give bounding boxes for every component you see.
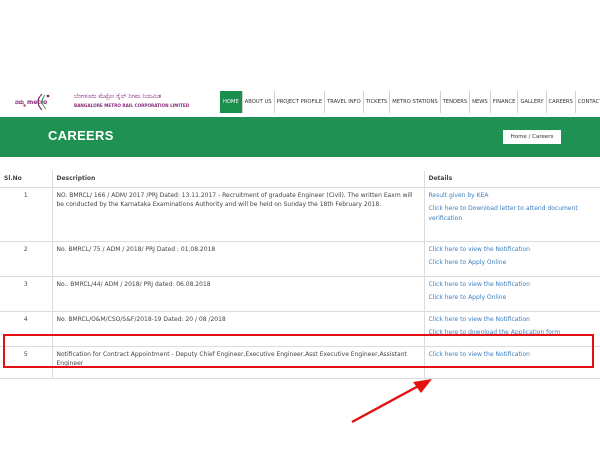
site-header: ನಮ್ಮ metro ಬೆಂಗಳೂರು ಮೆಟ್ರೋ ರೈಲ್ ನಿಗಮ ನಿಯ… — [0, 88, 600, 116]
row-description: No. BMRCL/ 75 / ADM / 2018/ PRJ Dated : … — [52, 241, 425, 277]
page-title: CAREERS — [48, 128, 114, 143]
row-slno: 3 — [0, 276, 53, 312]
nav-travel-info[interactable]: TRAVEL INFO — [325, 91, 364, 113]
nav-contact-us[interactable]: CONTACT US — [576, 91, 600, 113]
download-letter-link[interactable]: Click here to Download letter to attend … — [429, 204, 597, 223]
brand-name-english: BANGALORE METRO RAIL CORPORATION LIMITED — [74, 103, 190, 108]
row-description: No.. BMRCL/44/ ADM / 2018/ PRJ dated: 06… — [52, 276, 425, 312]
view-notification-link[interactable]: Click here to view the Notification — [429, 315, 597, 325]
table-row: 1 NO. BMRCL/ 166 / ADM/ 2017 /PRJ Dated:… — [0, 187, 600, 242]
brand-name-kannada: ಬೆಂಗಳೂರು ಮೆಟ್ರೋ ರೈಲ್ ನಿಗಮ ನಿಯಮಿತ — [74, 93, 162, 100]
col-header-slno: Sl.No — [0, 171, 53, 188]
nav-finance[interactable]: FINANCE — [491, 91, 519, 113]
nav-tenders[interactable]: TENDERS — [441, 91, 471, 113]
nav-careers[interactable]: CAREERS — [547, 91, 576, 113]
main-nav: HOME ABOUT US PROJECT PROFILE TRAVEL INF… — [220, 91, 600, 113]
nav-tickets[interactable]: TICKETS — [364, 91, 391, 113]
view-notification-link[interactable]: Click here to view the Notification — [429, 245, 597, 255]
highlight-box — [3, 334, 594, 368]
table-row: 2 No. BMRCL/ 75 / ADM / 2018/ PRJ Dated … — [0, 241, 600, 277]
table-row: 3 No.. BMRCL/44/ ADM / 2018/ PRJ dated: … — [0, 276, 600, 312]
nav-metro-stations[interactable]: METRO STATIONS — [390, 91, 441, 113]
col-header-details: Details — [424, 171, 600, 188]
row-slno: 1 — [0, 187, 53, 242]
row-slno: 2 — [0, 241, 53, 277]
view-notification-link[interactable]: Click here to view the Notification — [429, 280, 597, 290]
bmrcl-logo[interactable]: ನಮ್ಮ metro ಬೆಂಗಳೂರು ಮೆಟ್ರೋ ರೈಲ್ ನಿಗಮ ನಿಯ… — [12, 92, 189, 112]
row-details: Result given by KEA Click here to Downlo… — [424, 187, 600, 242]
row-details: Click here to view the Notification Clic… — [424, 241, 600, 277]
apply-online-link[interactable]: Click here to Apply Online — [429, 293, 597, 303]
table-header-row: Sl.No Description Details — [0, 171, 600, 188]
row-details: Click here to view the Notification Clic… — [424, 276, 600, 312]
nav-home[interactable]: HOME — [220, 91, 243, 113]
col-header-description: Description — [52, 171, 425, 188]
nav-news[interactable]: NEWS — [470, 91, 491, 113]
red-arrow-icon — [351, 379, 432, 424]
nav-about-us[interactable]: ABOUT US — [243, 91, 275, 113]
apply-online-link[interactable]: Click here to Apply Online — [429, 258, 597, 268]
row-description: NO. BMRCL/ 166 / ADM/ 2017 /PRJ Dated: 1… — [52, 187, 425, 242]
breadcrumb[interactable]: Home / Careers — [503, 130, 561, 144]
logo-script-text: ನಮ್ಮ metro — [15, 99, 48, 106]
result-link[interactable]: Result given by KEA — [429, 191, 597, 201]
nav-project-profile[interactable]: PROJECT PROFILE — [275, 91, 326, 113]
nav-gallery[interactable]: GALLERY — [518, 91, 547, 113]
